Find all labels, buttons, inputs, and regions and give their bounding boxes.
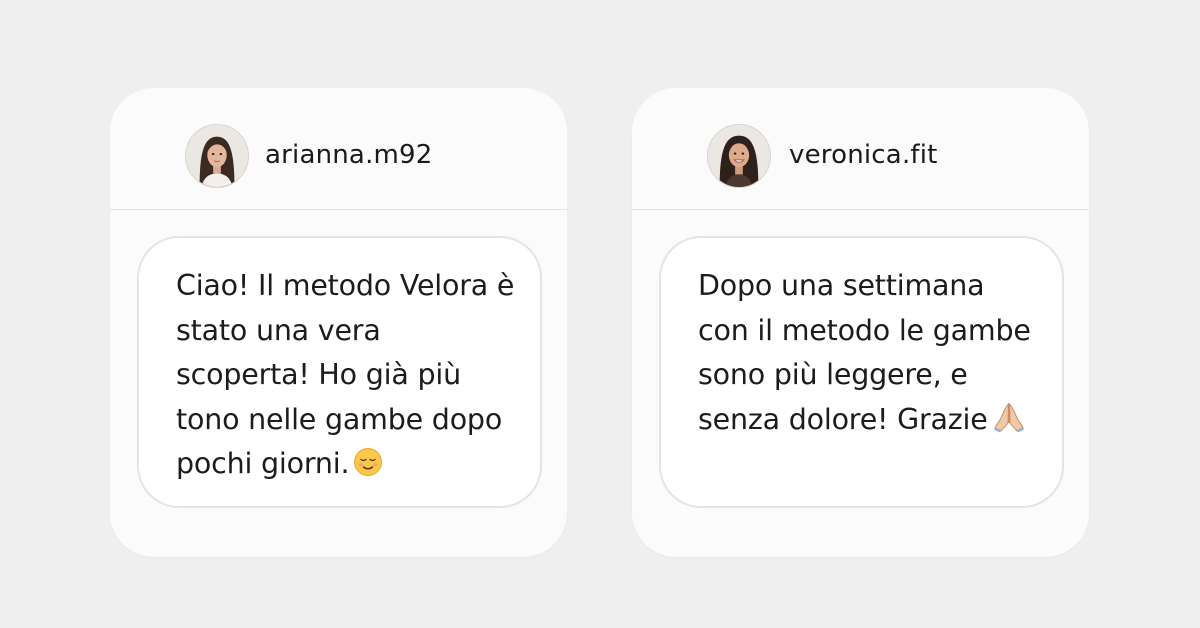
username[interactable]: veronica.fit: [789, 138, 938, 172]
message-body: Dopo una settimana con il metodo le gamb…: [698, 269, 1031, 436]
username[interactable]: arianna.m92: [265, 138, 433, 172]
message-bubble: Ciao! Il metodo Velora è stato una vera …: [137, 236, 542, 508]
relieved-face-emoji-icon: [353, 446, 383, 491]
message-bubble: Dopo una settimana con il metodo le gamb…: [659, 236, 1064, 508]
avatar: [707, 124, 771, 188]
message-text: Ciao! Il metodo Velora è stato una vera …: [176, 264, 521, 491]
avatar-woman-smiling-icon: [708, 125, 770, 187]
card-header: arianna.m92: [110, 88, 567, 210]
avatar-woman-dark-hair-icon: [186, 125, 248, 187]
folded-hands-emoji-icon: [992, 401, 1026, 447]
message-body: Ciao! Il metodo Velora è stato una vera …: [176, 269, 515, 480]
testimonial-card-1: arianna.m92 Ciao! Il metodo Velora è sta…: [110, 88, 567, 557]
card-header: veronica.fit: [632, 88, 1089, 210]
testimonial-card-2: veronica.fit Dopo una settimana con il m…: [632, 88, 1089, 557]
message-text: Dopo una settimana con il metodo le gamb…: [698, 264, 1043, 446]
avatar: [185, 124, 249, 188]
